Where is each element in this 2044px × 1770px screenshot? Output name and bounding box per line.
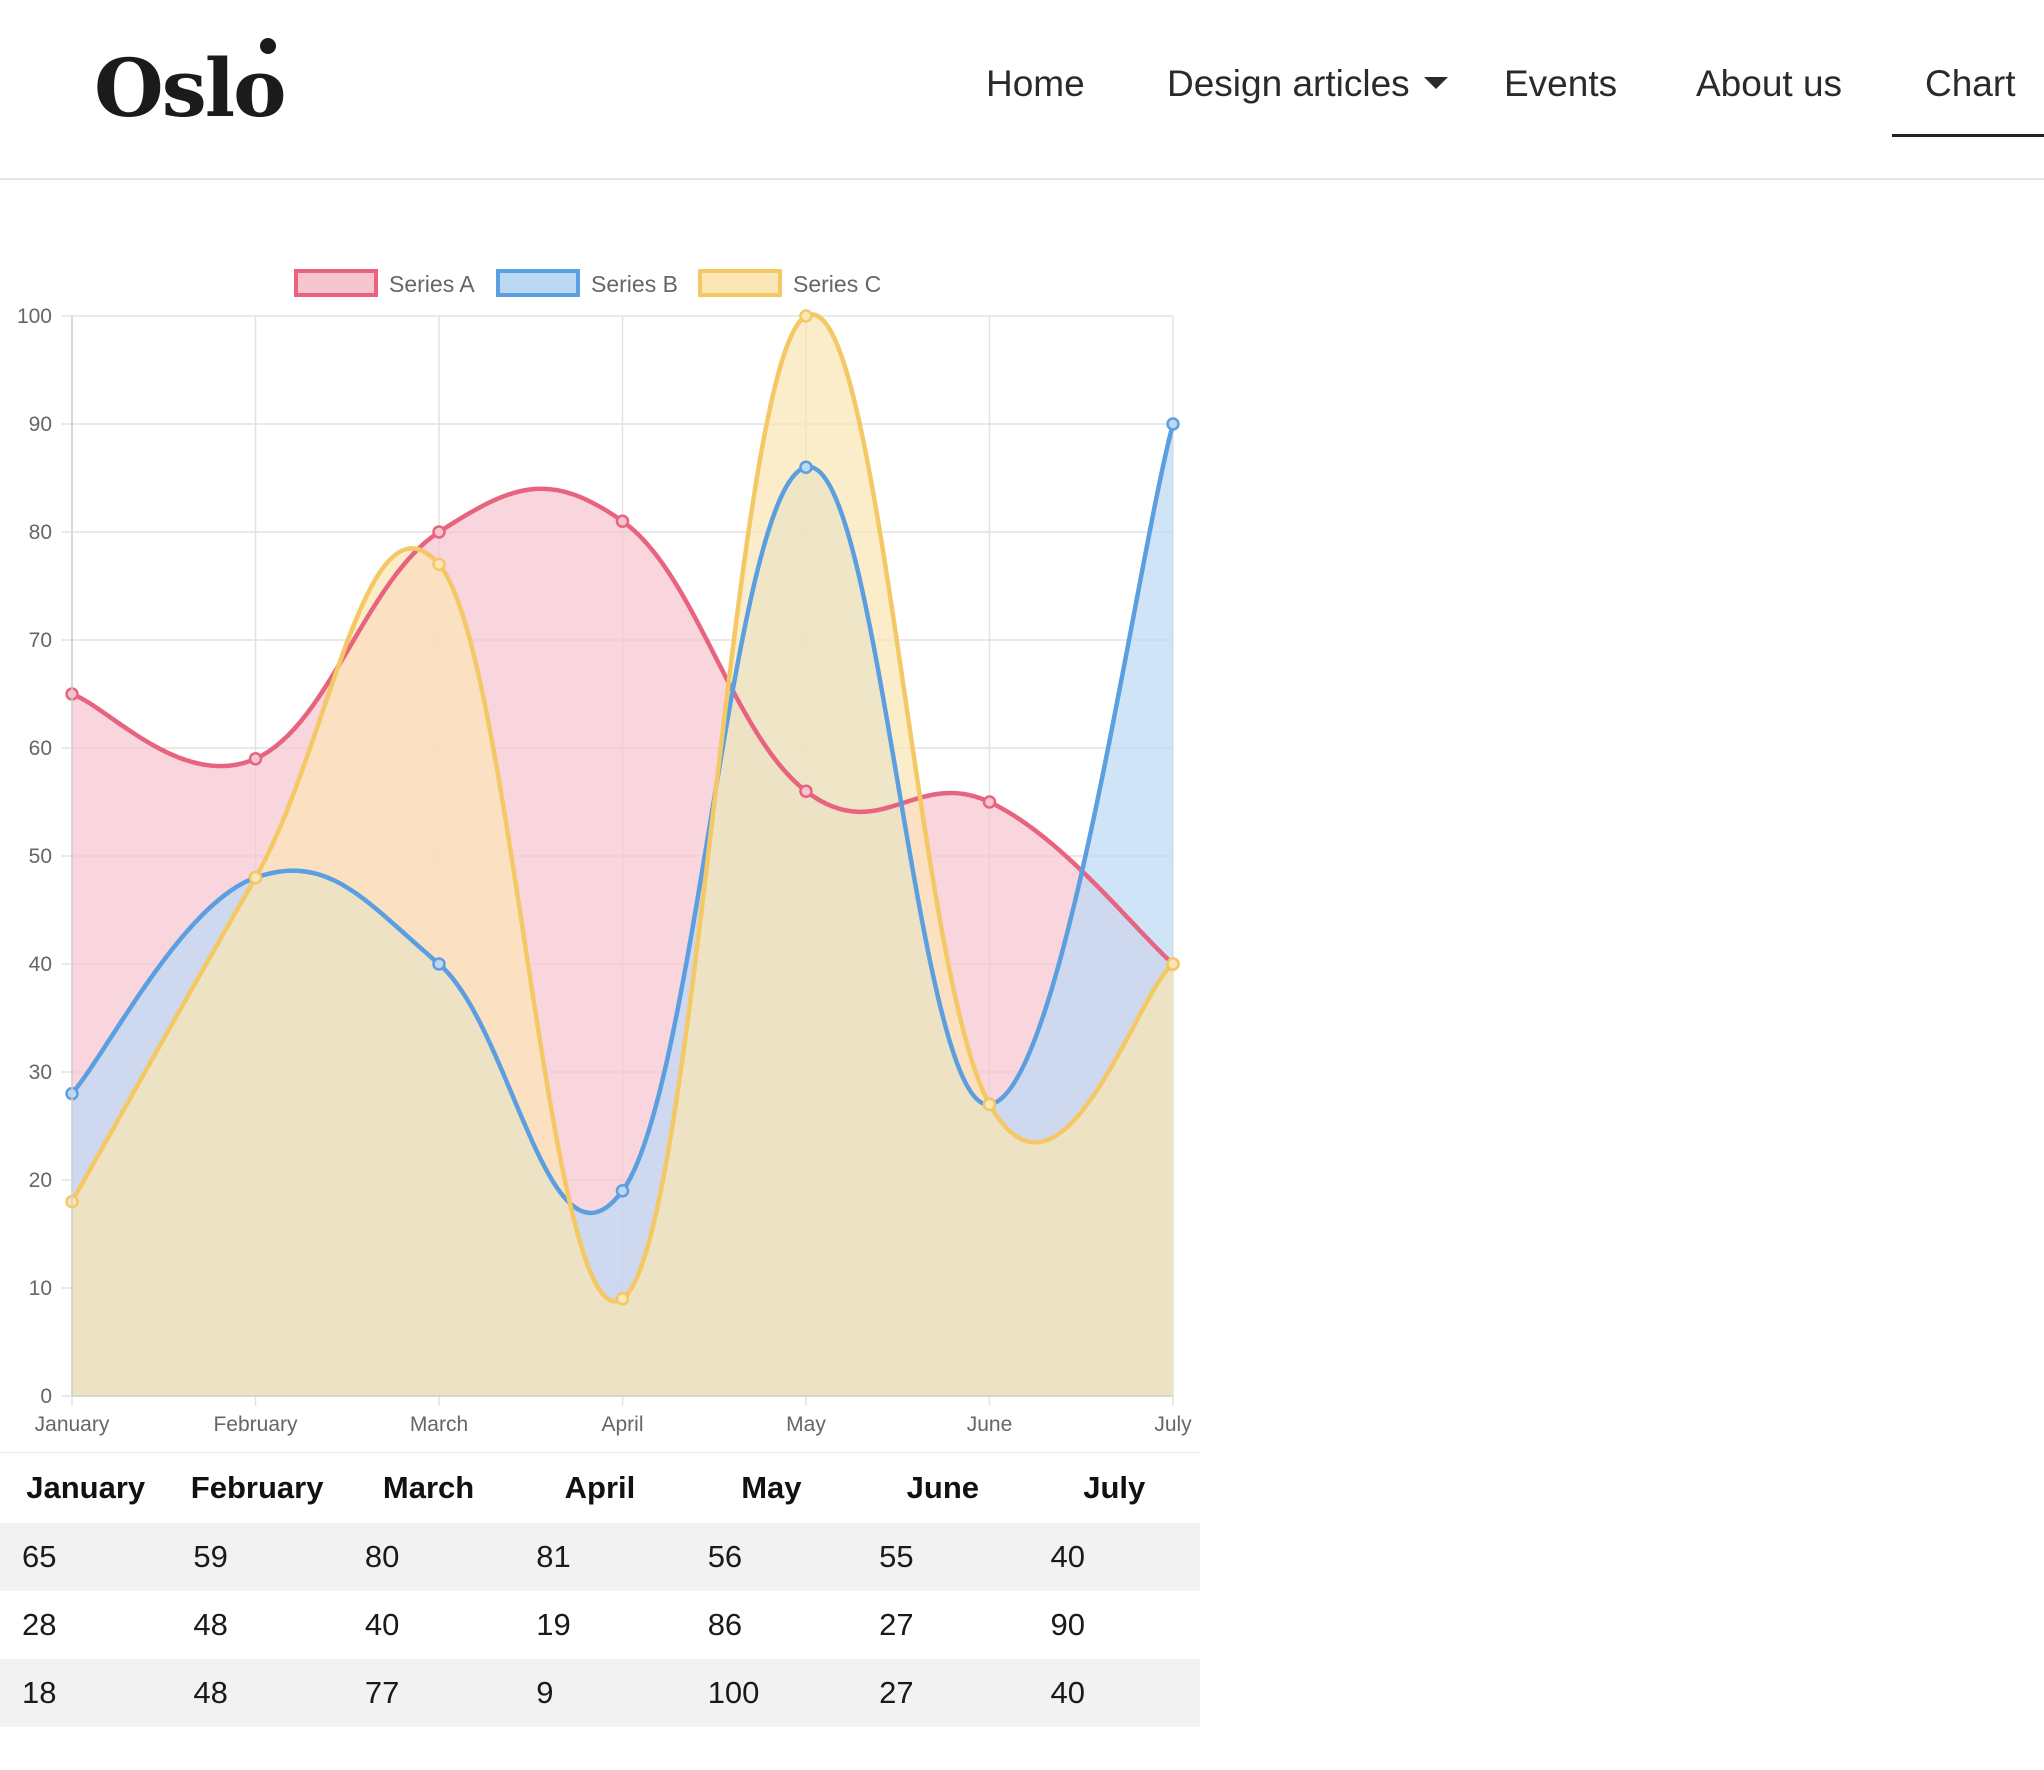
table-header-row: January February March April May June Ju… (0, 1452, 1200, 1523)
legend-label: Series A (389, 271, 475, 297)
table-row: 28 48 40 19 86 27 90 (0, 1591, 1200, 1659)
table-row: 18 48 77 9 100 27 40 (0, 1659, 1200, 1727)
table-header-cell: July (1028, 1452, 1200, 1523)
table-cell: 56 (685, 1523, 858, 1591)
data-point (982, 1097, 997, 1112)
data-point (432, 525, 446, 539)
data-point (982, 795, 997, 809)
table-header-cell: April (514, 1452, 686, 1523)
nav-item-home[interactable]: Home (986, 54, 1085, 114)
legend-label: Series C (793, 271, 881, 297)
data-point (432, 557, 446, 572)
y-tick-label: 50 (29, 845, 52, 868)
data-point (799, 784, 813, 798)
data-point (248, 752, 263, 766)
table-cell: 9 (514, 1659, 686, 1727)
logo-dot-icon (260, 38, 276, 54)
y-tick-label: 40 (29, 953, 52, 976)
legend-swatch (294, 269, 378, 297)
table-cell: 59 (171, 1523, 343, 1591)
nav-item-label: About us (1696, 63, 1843, 104)
nav-item-design-articles[interactable]: Design articles (1167, 54, 1448, 114)
data-point (615, 1292, 630, 1306)
data-point (1166, 417, 1180, 431)
table-cell: 27 (857, 1659, 1029, 1727)
table-header-cell: June (857, 1452, 1029, 1523)
data-point (615, 514, 630, 528)
data-point (1166, 957, 1180, 971)
y-tick-label: 70 (29, 629, 52, 652)
table-cell: 48 (171, 1659, 343, 1727)
table-header-cell: February (171, 1452, 343, 1523)
data-point (432, 957, 446, 971)
table-cell: 40 (342, 1591, 515, 1659)
area-chart: 0 10 20 30 40 50 60 70 80 90 100 January February Mar… (17, 269, 1192, 1436)
x-tick-label: January (35, 1413, 110, 1436)
chevron-down-icon (1423, 77, 1448, 90)
nav-item-label: Events (1504, 63, 1618, 104)
y-tick-label: 60 (29, 737, 52, 760)
legend-swatch (698, 269, 782, 297)
table-row: 65 59 80 81 56 55 40 (0, 1523, 1200, 1591)
nav-item-about-us[interactable]: About us (1696, 54, 1842, 114)
table-cell: 28 (0, 1591, 172, 1659)
y-tick-label: 30 (29, 1061, 52, 1084)
data-point (799, 309, 813, 323)
table-cell: 77 (342, 1659, 515, 1727)
table-cell: 40 (1028, 1659, 1200, 1727)
data-point (248, 870, 263, 885)
y-tick-label: 10 (29, 1277, 52, 1300)
data-point (615, 1184, 630, 1198)
site-logo[interactable]: Oslo (94, 38, 286, 138)
x-tick-label: March (410, 1413, 468, 1436)
nav-item-chart[interactable]: Chart (1925, 54, 2015, 114)
y-tick-label: 80 (29, 521, 52, 544)
active-nav-indicator (1892, 134, 2044, 137)
y-tick-label: 90 (29, 413, 52, 436)
table-cell: 86 (685, 1591, 858, 1659)
data-table: January February March April May June Ju… (0, 1452, 1200, 1727)
x-tick-label: April (601, 1413, 643, 1436)
legend-label: Series B (591, 271, 678, 297)
table-cell: 90 (1028, 1591, 1200, 1659)
table-cell: 80 (342, 1523, 515, 1591)
nav-item-label: Design articles (1167, 63, 1410, 104)
table-cell: 48 (171, 1591, 343, 1659)
nav-item-label: Chart (1925, 63, 2016, 104)
table-header-cell: May (685, 1452, 858, 1523)
table-cell: 19 (514, 1591, 686, 1659)
data-point (799, 460, 813, 474)
table-cell: 81 (514, 1523, 686, 1591)
table-cell: 100 (685, 1659, 858, 1727)
table-cell: 55 (857, 1523, 1029, 1591)
legend-swatch (496, 269, 580, 297)
site-header: Oslo Home Design articles Events About u… (0, 0, 2044, 180)
table-cell: 27 (857, 1591, 1029, 1659)
x-tick-label: February (213, 1413, 298, 1436)
x-tick-label: May (786, 1413, 826, 1436)
table-cell: 40 (1028, 1523, 1200, 1591)
chart-legend[interactable]: Series A Series B Series C (294, 269, 881, 297)
nav-item-events[interactable]: Events (1504, 54, 1617, 114)
y-tick-label: 20 (29, 1169, 52, 1192)
table-header-cell: January (0, 1452, 172, 1523)
table-cell: 18 (0, 1659, 172, 1727)
x-tick-label: June (967, 1413, 1013, 1436)
x-tick-label: July (1154, 1413, 1192, 1436)
y-tick-label: 100 (17, 305, 52, 328)
nav-item-label: Home (986, 63, 1085, 104)
y-tick-label: 0 (40, 1385, 52, 1408)
table-cell: 65 (0, 1523, 172, 1591)
table-header-cell: March (342, 1452, 515, 1523)
